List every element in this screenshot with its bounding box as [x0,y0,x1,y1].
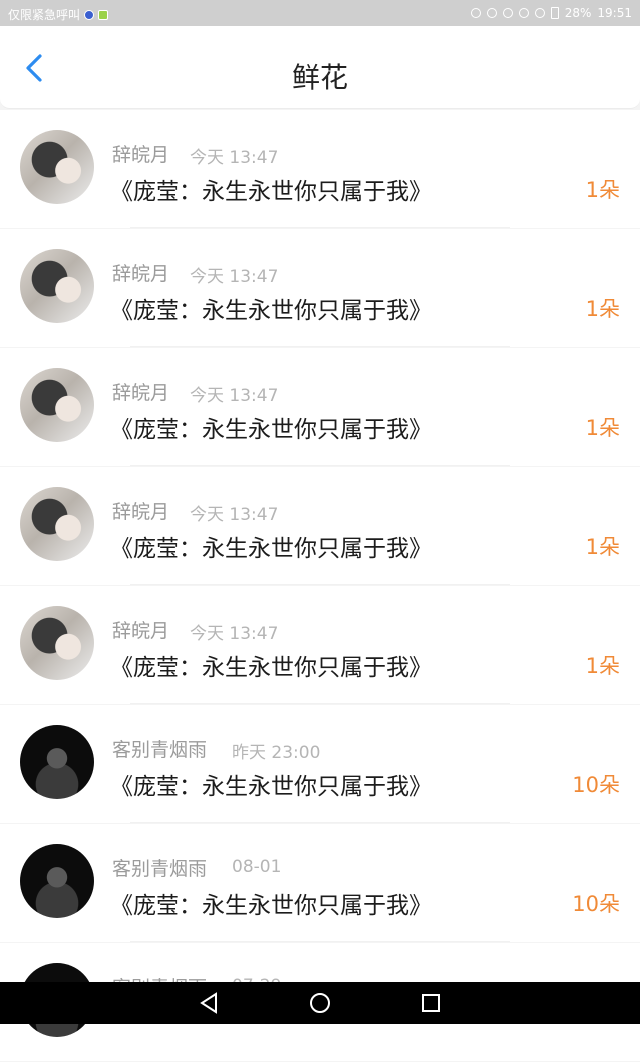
divider [130,941,510,942]
avatar[interactable] [20,249,94,323]
book-title[interactable]: 《庞莹：永生永世你只属于我》 [110,529,432,563]
flower-count: 1朵 [585,654,620,678]
user-name[interactable]: 辞皖月 [112,378,169,405]
timestamp: 今天 13:47 [190,624,279,644]
user-name[interactable]: 辞皖月 [112,140,169,167]
timestamp: 今天 13:47 [190,148,279,168]
avatar[interactable] [20,487,94,561]
list-item[interactable]: 辞皖月 今天 13:47 《庞莹：永生永世你只属于我》 1朵 [0,586,640,704]
book-title[interactable]: 《庞莹：永生永世你只属于我》 [110,172,432,206]
avatar[interactable] [20,368,94,442]
timestamp: 昨天 23:00 [232,743,321,763]
book-title[interactable]: 《庞莹：永生永世你只属于我》 [110,648,432,682]
list-item[interactable]: 辞皖月 今天 13:47 《庞莹：永生永世你只属于我》 1朵 [0,467,640,585]
list-item[interactable]: 客别青烟雨 昨天 23:00 《庞莹：永生永世你只属于我》 10朵 [0,705,640,823]
divider [130,584,510,585]
timestamp: 08-01 [232,857,282,877]
book-title[interactable]: 《庞莹：永生永世你只属于我》 [110,410,432,444]
user-name[interactable]: 辞皖月 [112,259,169,286]
nav-home-button[interactable] [307,990,333,1016]
navigation-bar [0,982,640,1024]
header: 鲜花 [0,26,640,109]
status-left: 仅限紧急呼叫 [8,6,109,23]
flower-count: 1朵 [585,178,620,202]
avatar[interactable] [20,130,94,204]
clock: 19:51 [597,6,632,20]
list-item[interactable]: 客别青烟雨 08-01 《庞莹：永生永世你只属于我》 10朵 [0,824,640,942]
flower-count: 1朵 [585,535,620,559]
user-name[interactable]: 客别青烟雨 [112,735,207,762]
book-title[interactable]: 《庞莹：永生永世你只属于我》 [110,886,432,920]
divider [130,346,510,347]
page-title: 鲜花 [291,61,348,94]
back-triangle-icon [200,992,217,1014]
avatar[interactable] [20,844,94,918]
user-name[interactable]: 辞皖月 [112,497,169,524]
nav-back-button[interactable] [196,990,222,1016]
nfc-icon [470,8,481,18]
divider [130,822,510,823]
flower-count: 10朵 [572,773,620,797]
divider [130,465,510,466]
eye-icon [518,8,529,18]
timestamp: 今天 13:47 [190,505,279,525]
status-right: 28% 19:51 [470,6,632,20]
flower-count: 1朵 [585,297,620,321]
carrier-text: 仅限紧急呼叫 [8,8,81,22]
divider [130,703,510,704]
status-bar: 仅限紧急呼叫 28% 19:51 [0,0,640,26]
notification-icon [84,9,95,20]
timestamp: 今天 13:47 [190,386,279,406]
home-circle-icon [310,993,330,1013]
battery-percent: 28% [564,6,592,20]
user-name[interactable]: 客别青烟雨 [112,854,207,881]
divider [130,227,510,228]
list-item[interactable]: 辞皖月 今天 13:47 《庞莹：永生永世你只属于我》 1朵 [0,110,640,228]
avatar[interactable] [20,606,94,680]
list-item[interactable]: 辞皖月 今天 13:47 《庞莹：永生永世你只属于我》 1朵 [0,229,640,347]
nav-recents-button[interactable] [418,990,444,1016]
app-notification-icon [98,9,109,20]
vibrate-icon [502,8,513,18]
wifi-icon [534,8,545,18]
book-title[interactable]: 《庞莹：永生永世你只属于我》 [110,767,432,801]
recents-square-icon [422,994,440,1012]
list-item[interactable]: 辞皖月 今天 13:47 《庞莹：永生永世你只属于我》 1朵 [0,348,640,466]
moon-icon [486,8,497,18]
book-title[interactable]: 《庞莹：永生永世你只属于我》 [110,291,432,325]
flower-count: 10朵 [572,892,620,916]
flower-count: 1朵 [585,416,620,440]
battery-icon [550,7,559,19]
timestamp: 今天 13:47 [190,267,279,287]
user-name[interactable]: 辞皖月 [112,616,169,643]
flower-list: 辞皖月 今天 13:47 《庞莹：永生永世你只属于我》 1朵 辞皖月 今天 13… [0,110,640,1062]
avatar[interactable] [20,725,94,799]
